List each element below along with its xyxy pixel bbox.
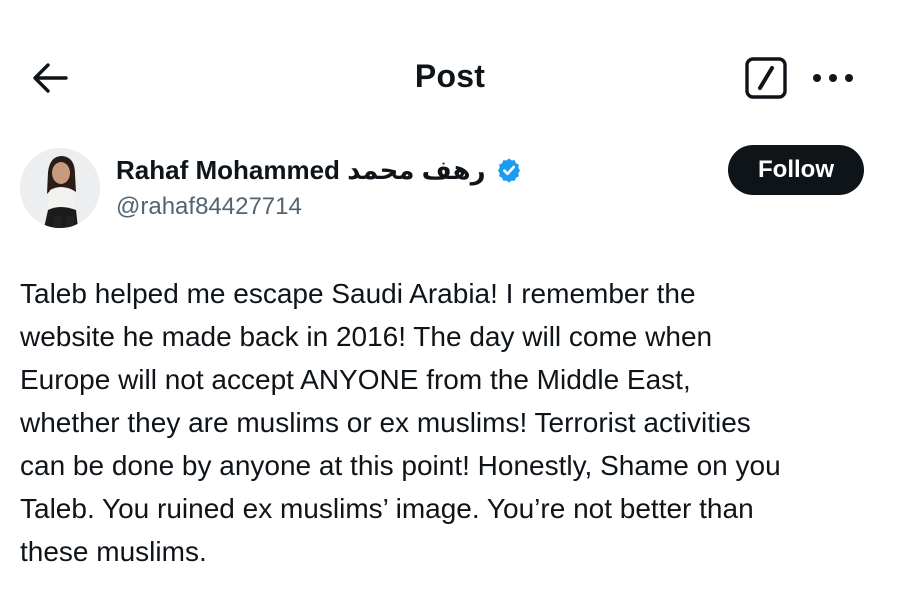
avatar[interactable] (20, 148, 100, 228)
author-handle[interactable]: @rahaf84427714 (116, 191, 522, 223)
top-bar: Post (0, 40, 900, 116)
post-author: Rahaf Mohammed رهف محمد @rahaf84427714 F… (20, 145, 880, 235)
avatar-image (20, 148, 100, 228)
follow-button[interactable]: Follow (728, 145, 864, 195)
verified-badge-icon (497, 158, 520, 183)
post-text: Taleb helped me escape Saudi Arabia! I r… (20, 278, 781, 567)
display-name-row[interactable]: Rahaf Mohammed رهف محمد (116, 153, 522, 187)
edit-button[interactable] (744, 56, 788, 100)
more-options-button[interactable] (810, 64, 856, 92)
author-names: Rahaf Mohammed رهف محمد @rahaf84427714 (116, 153, 522, 223)
edit-square-icon (745, 57, 787, 99)
more-horizontal-icon (813, 74, 853, 82)
display-name[interactable]: Rahaf Mohammed رهف محمد (116, 153, 486, 187)
